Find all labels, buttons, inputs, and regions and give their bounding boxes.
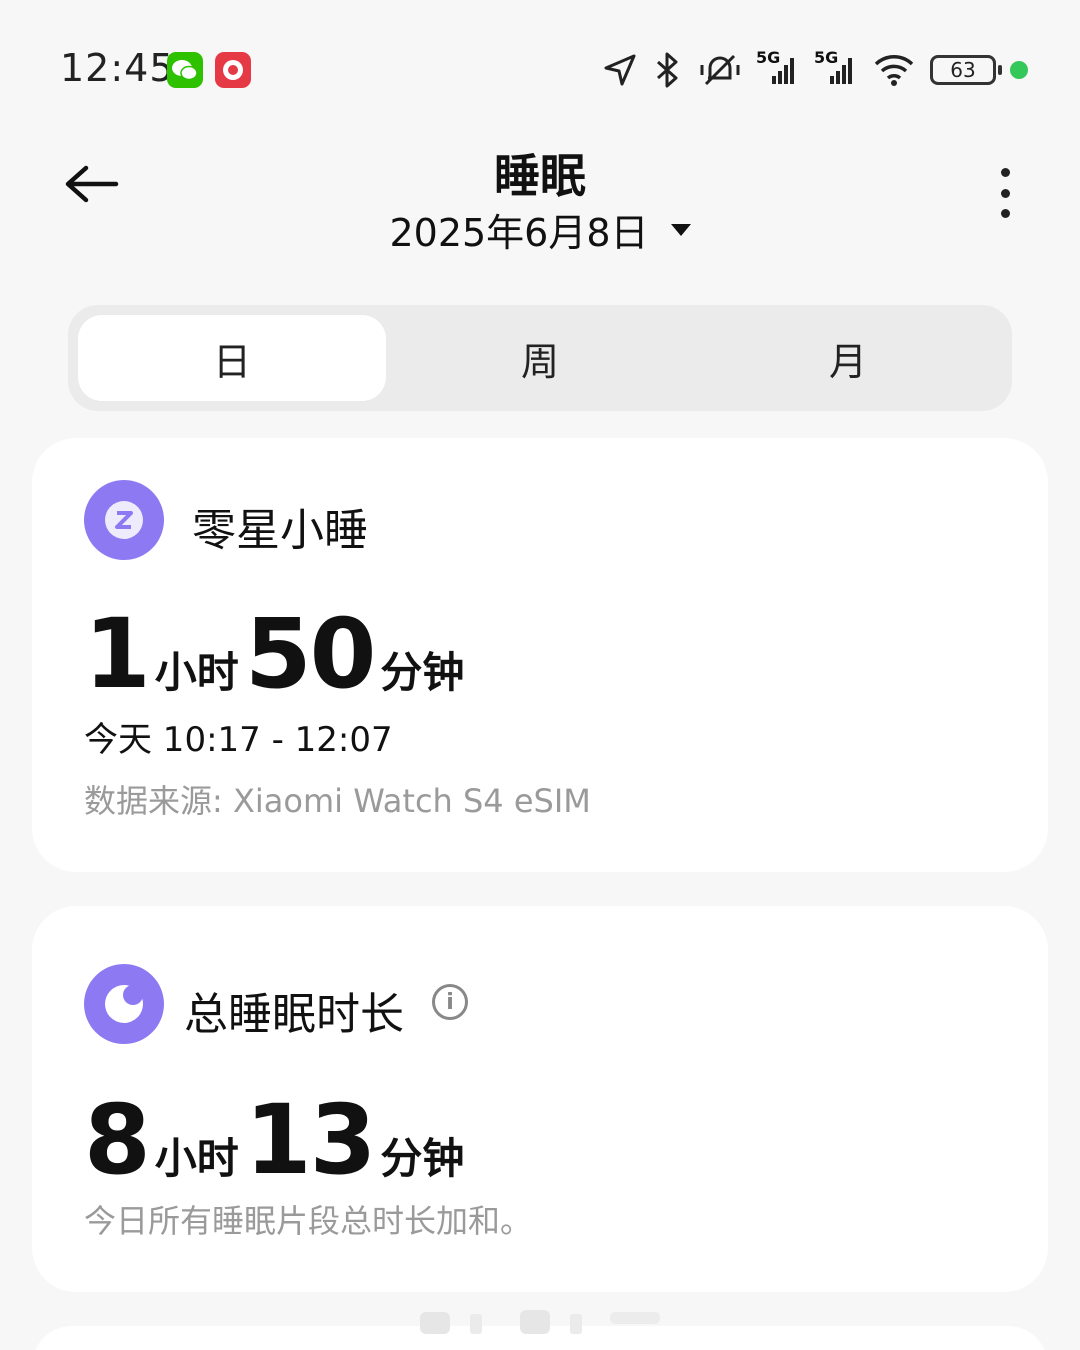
wechat-icon: [167, 52, 203, 88]
signal-group-1: 5G: [756, 48, 800, 86]
total-duration: 8 小时 13 分钟: [84, 1092, 470, 1188]
mute-icon: [700, 54, 740, 86]
duration-hours: 8: [84, 1084, 151, 1196]
info-icon[interactable]: i: [432, 984, 468, 1020]
network-type-label: 5G: [814, 48, 839, 67]
nap-icon: [84, 480, 164, 560]
description-note: 今日所有睡眠片段总时长加和。: [84, 1202, 533, 1240]
more-dot: [1000, 188, 1010, 198]
period-tabs: 日 周 月: [68, 305, 1012, 411]
bluetooth-icon: [657, 52, 678, 88]
more-dot: [1000, 168, 1010, 177]
app-promo-icon: [215, 52, 251, 88]
wifi-icon: [874, 55, 914, 86]
nap-card[interactable]: 零星小睡 1 小时 50 分钟 今天 10:17 - 12:07 数据来源: X…: [32, 438, 1048, 872]
card-title: 总睡眠时长: [184, 989, 404, 1040]
duration-minutes-unit: 分钟: [380, 648, 465, 697]
page-title: 睡眠: [494, 149, 586, 203]
data-source: 数据来源: Xiaomi Watch S4 eSIM: [84, 782, 591, 820]
page-indicator: [420, 1310, 660, 1334]
duration-hours-unit: 小时: [154, 648, 239, 697]
status-icons: 5G 5G 63: [602, 48, 1028, 90]
location-icon: [604, 54, 636, 86]
chevron-down-icon: [670, 223, 691, 236]
more-dot: [1000, 209, 1010, 218]
moon-icon: [84, 964, 164, 1044]
duration-hours: 1: [84, 598, 151, 710]
more-options-button[interactable]: [990, 168, 1020, 218]
duration-minutes: 50: [244, 598, 377, 710]
time-range: 今天 10:17 - 12:07: [84, 720, 393, 760]
status-dot: [1010, 61, 1028, 79]
duration-minutes: 13: [244, 1084, 377, 1196]
network-type-label: 5G: [756, 48, 781, 67]
status-time: 12:45: [60, 46, 175, 90]
duration-minutes-unit: 分钟: [380, 1134, 465, 1183]
card-title: 零星小睡: [192, 505, 368, 556]
duration-hours-unit: 小时: [154, 1134, 239, 1183]
tab-week[interactable]: 周: [386, 315, 694, 401]
date-label: 2025年6月8日: [389, 211, 649, 255]
tab-month[interactable]: 月: [694, 315, 1002, 401]
tab-day[interactable]: 日: [78, 315, 386, 401]
status-bar: 12:45 5G 5G 63: [0, 0, 1080, 140]
nap-duration: 1 小时 50 分钟: [84, 606, 470, 702]
total-sleep-card[interactable]: 总睡眠时长 i 8 小时 13 分钟 今日所有睡眠片段总时长加和。: [32, 906, 1048, 1292]
signal-group-2: 5G: [814, 48, 858, 86]
battery-icon: 63: [930, 55, 1002, 85]
date-picker[interactable]: 2025年6月8日: [0, 202, 1080, 257]
